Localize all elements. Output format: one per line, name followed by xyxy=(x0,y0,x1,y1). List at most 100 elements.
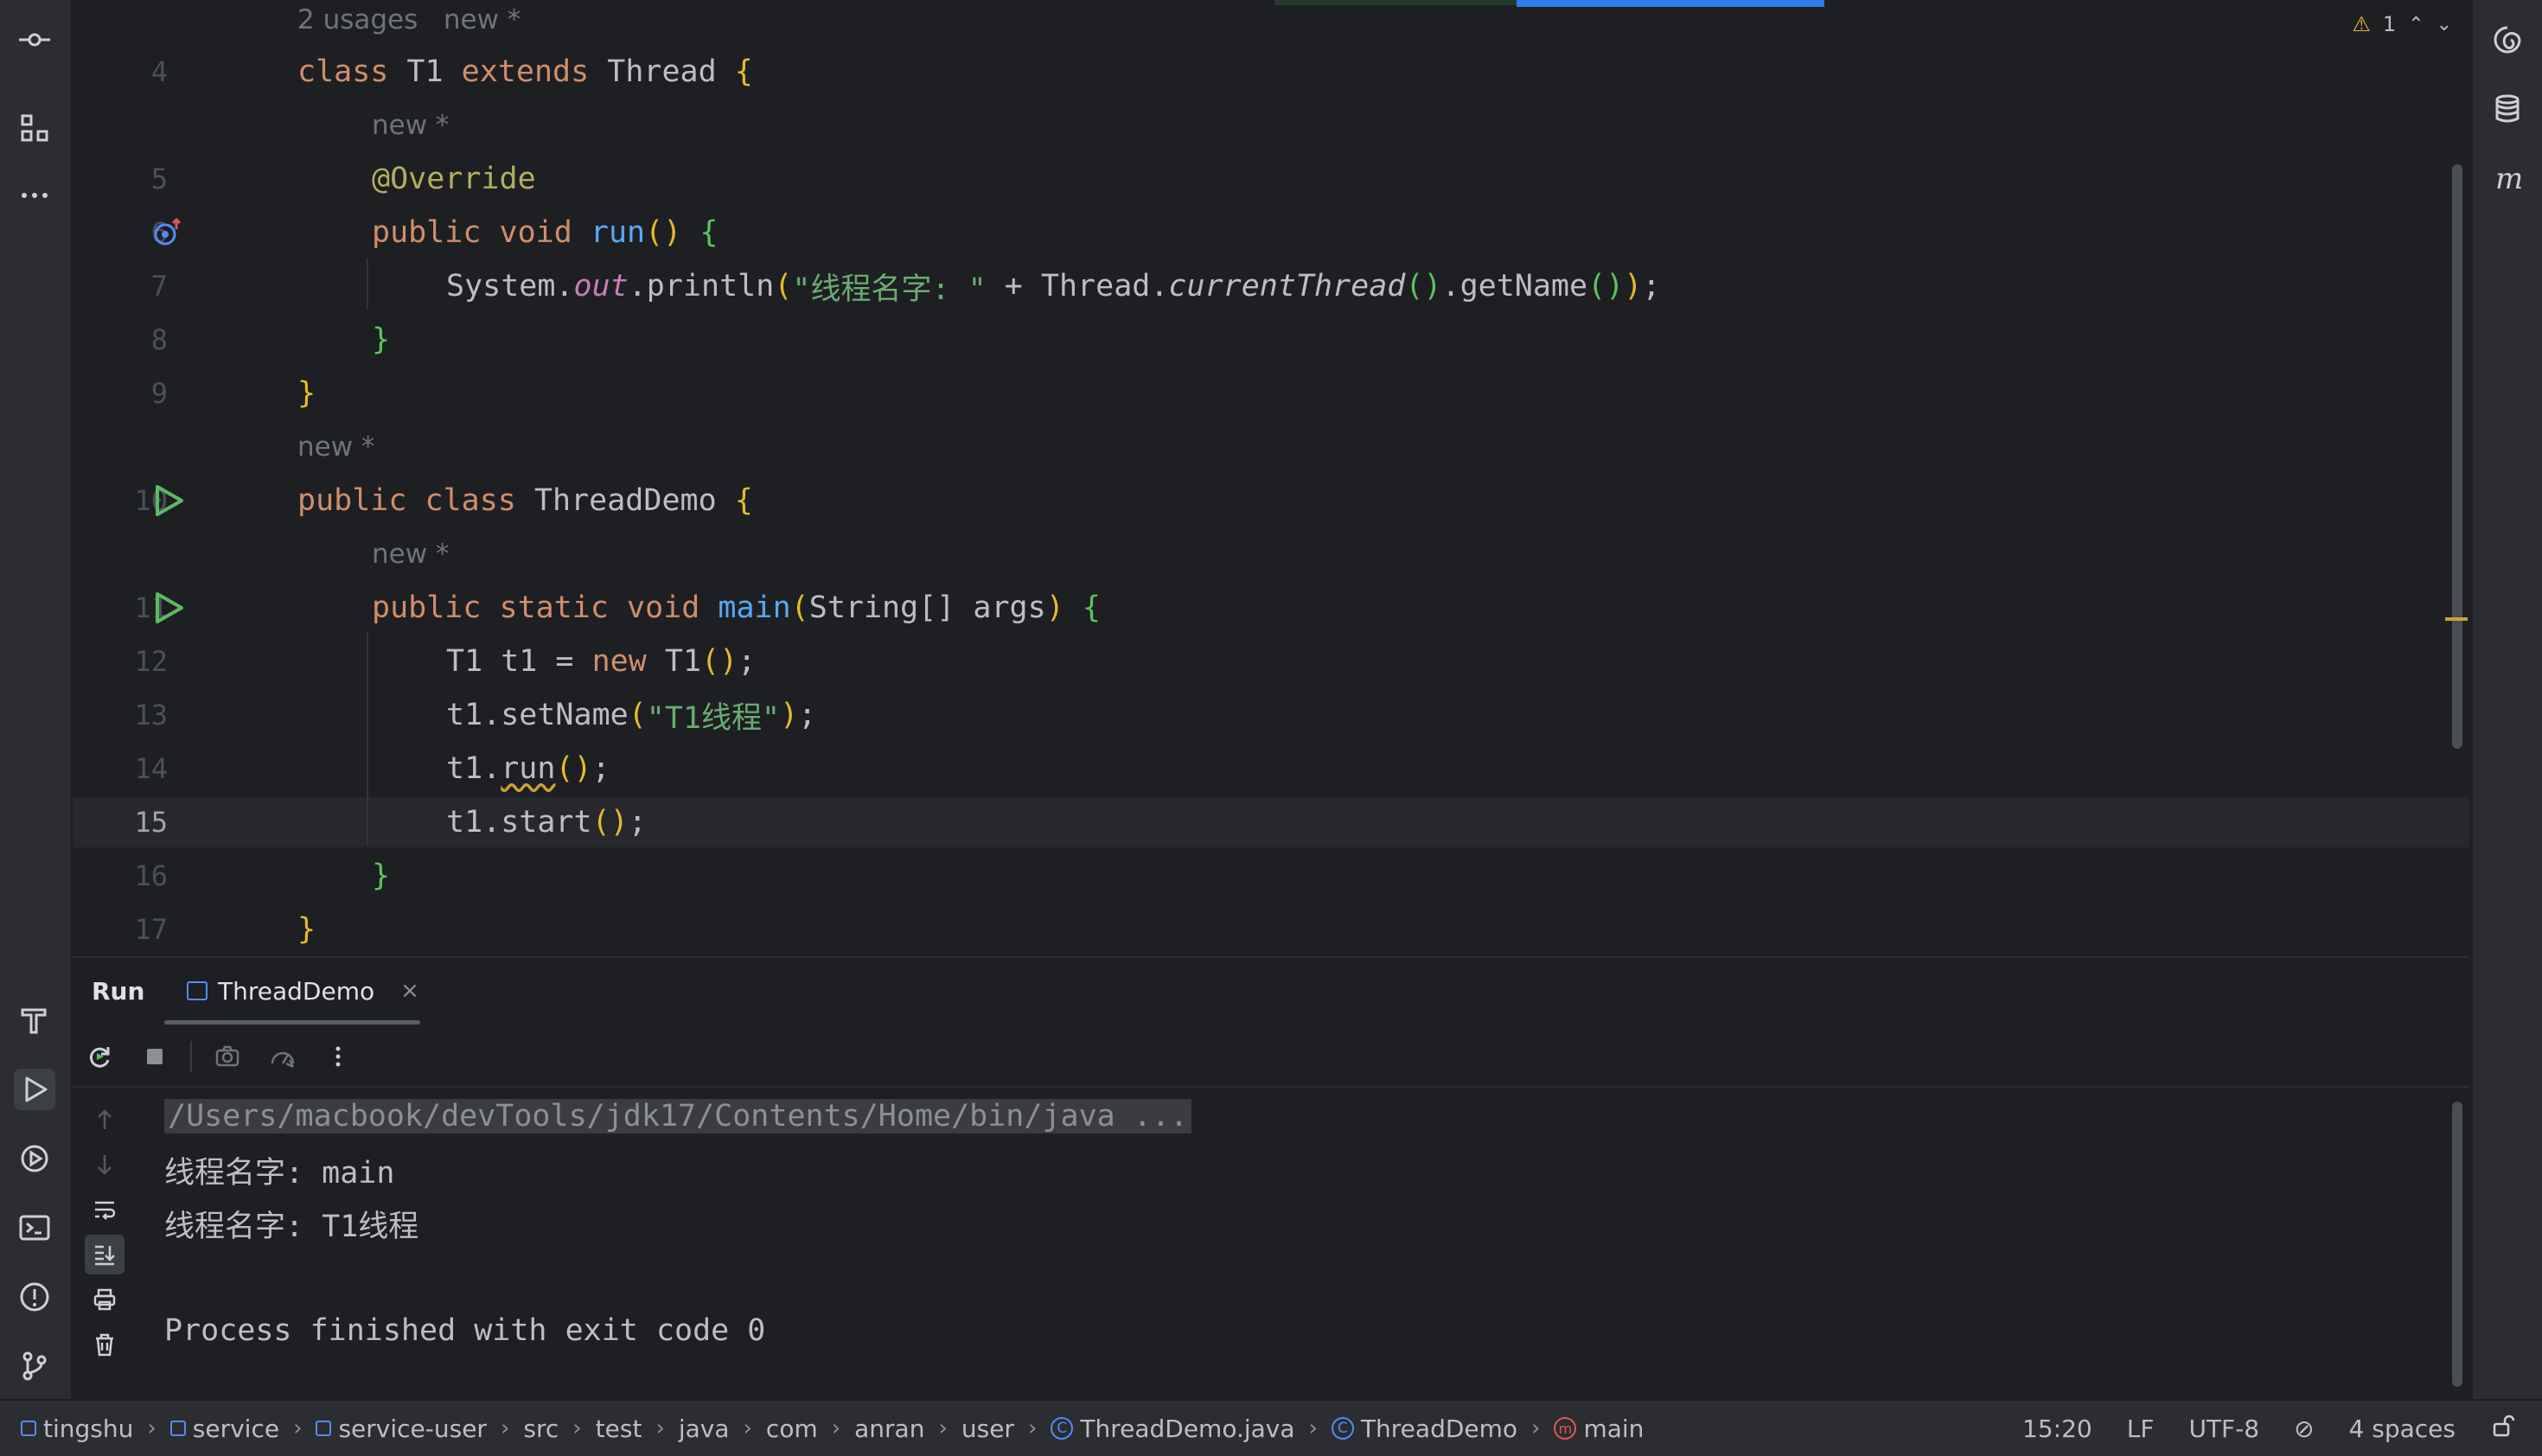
breadcrumb-item[interactable]: m main xyxy=(1554,1414,1644,1443)
inlay-hint[interactable]: new * xyxy=(372,527,449,581)
breadcrumb-item[interactable]: service xyxy=(169,1414,279,1443)
arrow-down-icon[interactable] xyxy=(85,1145,125,1185)
code-line-7: System. out .println("线程名字: " + Thread. cur… xyxy=(446,269,1661,307)
line-number: 14 xyxy=(134,752,168,785)
run-toolbar xyxy=(73,1027,2469,1088)
terminal-icon[interactable] xyxy=(14,1207,55,1248)
line-number: 7 xyxy=(150,270,168,303)
console-line: 线程名字: T1线程 xyxy=(164,1209,419,1244)
ai-assistant-icon[interactable] xyxy=(2487,19,2528,61)
profiler-icon[interactable] xyxy=(263,1037,303,1076)
left-tool-strip xyxy=(0,0,73,1399)
code-line-10: public class ThreadDemo { xyxy=(297,483,753,518)
inlay-hint[interactable]: new * xyxy=(297,420,374,474)
code-editor[interactable]: ⚠ 1 ⌃ ⌄ 4 5 6 7 8 9 10 11 12 13 14 15 16… xyxy=(73,0,2469,955)
tab-label: ThreadDemo xyxy=(218,976,375,1006)
console-output[interactable]: /Users/macbook/devTools/jdk17/Contents/H… xyxy=(164,1089,2469,1401)
code-line-13: t1.setName("T1线程"); xyxy=(446,698,817,736)
code-line-11: public static void main(String[] args) { xyxy=(372,591,1101,625)
status-bar: tingshu › service › service-user › src ›… xyxy=(0,1399,2542,1456)
screenshot-icon[interactable] xyxy=(208,1037,247,1076)
active-tab-indicator xyxy=(164,1020,420,1025)
soft-wrap-icon[interactable] xyxy=(85,1190,125,1229)
ai-off-icon[interactable]: ⊘ xyxy=(2294,1414,2314,1443)
java-command[interactable]: /Users/macbook/devTools/jdk17/Contents/H… xyxy=(164,1099,1192,1134)
breadcrumb-item[interactable]: service-user xyxy=(316,1414,487,1443)
line-number: 9 xyxy=(150,377,168,410)
code-line-16: } xyxy=(372,859,391,893)
method-icon: m xyxy=(1554,1417,1577,1440)
problems-icon[interactable] xyxy=(14,1276,55,1318)
run-class-icon[interactable] xyxy=(145,474,190,527)
breadcrumb: tingshu › service › service-user › src ›… xyxy=(21,1401,1644,1456)
code-line-8: } xyxy=(372,322,391,357)
code-line-5: @Override xyxy=(372,162,536,196)
indent-setting[interactable]: 4 spaces xyxy=(2349,1414,2456,1443)
indent-guide xyxy=(367,633,368,846)
breadcrumb-item[interactable]: tingshu xyxy=(21,1414,133,1443)
arrow-up-icon[interactable] xyxy=(85,1100,125,1140)
override-method-icon[interactable] xyxy=(145,206,190,259)
class-icon: C xyxy=(1331,1417,1354,1440)
unlock-icon[interactable] xyxy=(2490,1413,2516,1445)
more-options-icon[interactable] xyxy=(318,1037,358,1076)
maven-icon[interactable]: m xyxy=(2487,157,2528,199)
line-number: 8 xyxy=(150,323,168,356)
close-tab-icon[interactable]: × xyxy=(400,978,419,1004)
code-line-14: t1. run(); xyxy=(446,751,610,786)
inlay-hint[interactable]: new * xyxy=(372,99,449,152)
structure-icon[interactable] xyxy=(14,107,55,149)
build-hammer-icon[interactable] xyxy=(14,999,55,1041)
database-icon[interactable] xyxy=(2487,88,2528,130)
breadcrumb-item[interactable]: C ThreadDemo xyxy=(1331,1414,1517,1443)
tab-threaddemo[interactable]: ThreadDemo × xyxy=(187,958,419,1024)
run-tab-bar: Run ThreadDemo × xyxy=(73,958,2469,1025)
console-tab-icon xyxy=(187,981,208,1000)
inlay-hint[interactable]: 2 usages new * xyxy=(297,0,521,47)
line-separator[interactable]: LF xyxy=(2127,1414,2155,1443)
breadcrumb-item[interactable]: test xyxy=(596,1414,642,1443)
clear-all-trash-icon[interactable] xyxy=(85,1325,125,1364)
stop-icon[interactable] xyxy=(135,1037,175,1076)
commit-icon[interactable] xyxy=(14,19,55,61)
run-main-icon[interactable] xyxy=(145,581,190,635)
breadcrumb-item[interactable]: src xyxy=(523,1414,559,1443)
more-tools-icon[interactable] xyxy=(14,175,55,216)
breadcrumb-item[interactable]: com xyxy=(766,1414,818,1443)
right-tool-strip: m xyxy=(2471,0,2542,1399)
rerun-icon[interactable] xyxy=(80,1037,119,1076)
breadcrumb-item[interactable]: anran xyxy=(854,1414,924,1443)
line-number: 17 xyxy=(134,913,168,946)
run-tool-icon[interactable] xyxy=(14,1069,55,1110)
line-number: 16 xyxy=(134,859,168,892)
print-icon[interactable] xyxy=(85,1280,125,1319)
warning-squiggle[interactable]: run xyxy=(501,751,555,786)
breadcrumb-item[interactable]: java xyxy=(679,1414,730,1443)
chevron-right-icon: › xyxy=(743,1415,752,1441)
code-line-17: } xyxy=(297,912,316,947)
code-line-6: public void run() { xyxy=(372,215,719,250)
status-widgets: 15:20 LF UTF-8 ⊘ 4 spaces xyxy=(2022,1401,2516,1456)
run-tool-window: Run ThreadDemo × /Users/macbook/devTools… xyxy=(73,956,2469,1401)
line-number: 12 xyxy=(134,645,168,678)
editor-scrollbar[interactable] xyxy=(2452,164,2462,749)
services-icon[interactable] xyxy=(14,1138,55,1179)
chevron-right-icon: › xyxy=(1531,1415,1541,1441)
breadcrumb-item[interactable]: C ThreadDemo.java xyxy=(1051,1414,1295,1443)
gutter: 4 5 6 7 8 9 10 11 12 13 14 15 16 17 xyxy=(73,0,221,955)
code-line-9: } xyxy=(297,376,316,411)
console-line: Process finished with exit code 0 xyxy=(164,1313,766,1348)
toolbar-separator xyxy=(190,1041,192,1072)
scroll-to-end-icon[interactable] xyxy=(85,1235,125,1274)
file-encoding[interactable]: UTF-8 xyxy=(2188,1414,2259,1443)
chevron-right-icon: › xyxy=(1308,1415,1318,1441)
breadcrumb-item[interactable]: user xyxy=(961,1414,1014,1443)
git-branch-icon[interactable] xyxy=(14,1345,55,1387)
chevron-right-icon: › xyxy=(293,1415,303,1441)
code-area[interactable]: 2 usages new * class T1 extends Thread {… xyxy=(228,0,2469,955)
indent-guide xyxy=(367,258,368,310)
warning-stripe-marker[interactable] xyxy=(2445,617,2468,621)
caret-position[interactable]: 15:20 xyxy=(2022,1414,2092,1443)
class-icon: C xyxy=(1051,1417,1074,1440)
console-scrollbar[interactable] xyxy=(2452,1102,2462,1387)
